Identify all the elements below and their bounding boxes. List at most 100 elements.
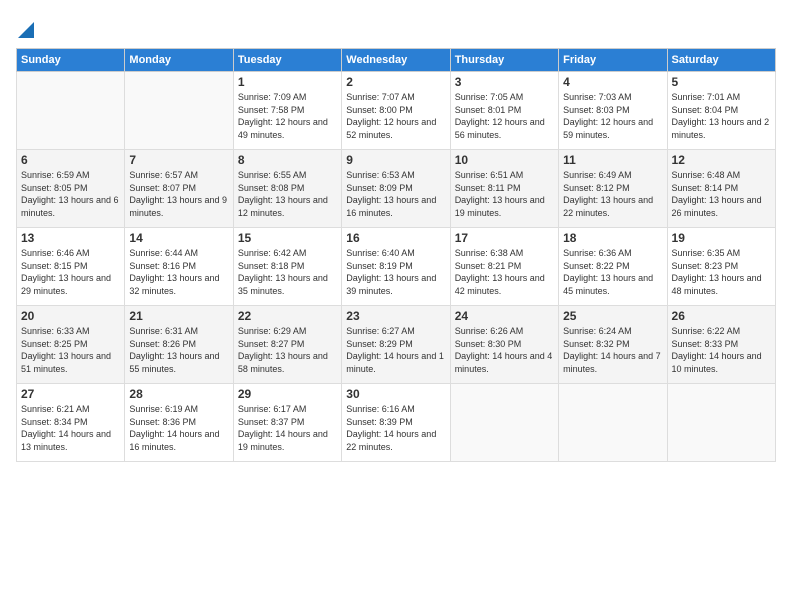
day-info: Sunrise: 7:03 AMSunset: 8:03 PMDaylight:… bbox=[563, 91, 662, 141]
day-info: Sunrise: 6:21 AMSunset: 8:34 PMDaylight:… bbox=[21, 403, 120, 453]
calendar-cell bbox=[125, 72, 233, 150]
day-number: 12 bbox=[672, 153, 771, 167]
day-number: 20 bbox=[21, 309, 120, 323]
calendar-cell: 9 Sunrise: 6:53 AMSunset: 8:09 PMDaylight… bbox=[342, 150, 450, 228]
day-info: Sunrise: 6:17 AMSunset: 8:37 PMDaylight:… bbox=[238, 403, 337, 453]
day-number: 25 bbox=[563, 309, 662, 323]
calendar-cell: 6 Sunrise: 6:59 AMSunset: 8:05 PMDaylight… bbox=[17, 150, 125, 228]
day-number: 30 bbox=[346, 387, 445, 401]
day-number: 21 bbox=[129, 309, 228, 323]
day-info: Sunrise: 7:01 AMSunset: 8:04 PMDaylight:… bbox=[672, 91, 771, 141]
calendar-cell: 30 Sunrise: 6:16 AMSunset: 8:39 PMDayligh… bbox=[342, 384, 450, 462]
calendar-cell: 7 Sunrise: 6:57 AMSunset: 8:07 PMDaylight… bbox=[125, 150, 233, 228]
day-number: 17 bbox=[455, 231, 554, 245]
day-number: 22 bbox=[238, 309, 337, 323]
calendar-header-row: Sunday Monday Tuesday Wednesday Thursday… bbox=[17, 49, 776, 72]
day-info: Sunrise: 6:38 AMSunset: 8:21 PMDaylight:… bbox=[455, 247, 554, 297]
header-saturday: Saturday bbox=[667, 49, 775, 72]
calendar-cell: 21 Sunrise: 6:31 AMSunset: 8:26 PMDayligh… bbox=[125, 306, 233, 384]
day-number: 28 bbox=[129, 387, 228, 401]
day-number: 4 bbox=[563, 75, 662, 89]
calendar-cell: 28 Sunrise: 6:19 AMSunset: 8:36 PMDayligh… bbox=[125, 384, 233, 462]
calendar-cell: 23 Sunrise: 6:27 AMSunset: 8:29 PMDayligh… bbox=[342, 306, 450, 384]
calendar-cell: 25 Sunrise: 6:24 AMSunset: 8:32 PMDayligh… bbox=[559, 306, 667, 384]
day-info: Sunrise: 6:24 AMSunset: 8:32 PMDaylight:… bbox=[563, 325, 662, 375]
header-friday: Friday bbox=[559, 49, 667, 72]
day-number: 15 bbox=[238, 231, 337, 245]
day-info: Sunrise: 6:26 AMSunset: 8:30 PMDaylight:… bbox=[455, 325, 554, 375]
calendar-cell: 12Sunrise: 6:48 AMSunset: 8:14 PMDayligh… bbox=[667, 150, 775, 228]
calendar-cell bbox=[450, 384, 558, 462]
calendar-cell: 18Sunrise: 6:36 AMSunset: 8:22 PMDayligh… bbox=[559, 228, 667, 306]
calendar-cell: 15 Sunrise: 6:42 AMSunset: 8:18 PMDayligh… bbox=[233, 228, 341, 306]
day-info: Sunrise: 6:33 AMSunset: 8:25 PMDaylight:… bbox=[21, 325, 120, 375]
day-info: Sunrise: 7:07 AMSunset: 8:00 PMDaylight:… bbox=[346, 91, 445, 141]
day-info: Sunrise: 6:51 AMSunset: 8:11 PMDaylight:… bbox=[455, 169, 554, 219]
calendar-cell: 26 Sunrise: 6:22 AMSunset: 8:33 PMDayligh… bbox=[667, 306, 775, 384]
day-number: 9 bbox=[346, 153, 445, 167]
day-info: Sunrise: 6:49 AMSunset: 8:12 PMDaylight:… bbox=[563, 169, 662, 219]
calendar-week-row: 27 Sunrise: 6:21 AMSunset: 8:34 PMDayligh… bbox=[17, 384, 776, 462]
header-wednesday: Wednesday bbox=[342, 49, 450, 72]
day-number: 7 bbox=[129, 153, 228, 167]
day-number: 3 bbox=[455, 75, 554, 89]
day-info: Sunrise: 6:29 AMSunset: 8:27 PMDaylight:… bbox=[238, 325, 337, 375]
day-info: Sunrise: 6:19 AMSunset: 8:36 PMDaylight:… bbox=[129, 403, 228, 453]
header-sunday: Sunday bbox=[17, 49, 125, 72]
header-monday: Monday bbox=[125, 49, 233, 72]
day-number: 19 bbox=[672, 231, 771, 245]
day-number: 5 bbox=[672, 75, 771, 89]
day-number: 23 bbox=[346, 309, 445, 323]
day-info: Sunrise: 6:16 AMSunset: 8:39 PMDaylight:… bbox=[346, 403, 445, 453]
day-info: Sunrise: 6:36 AMSunset: 8:22 PMDaylight:… bbox=[563, 247, 662, 297]
calendar-cell: 2Sunrise: 7:07 AMSunset: 8:00 PMDaylight… bbox=[342, 72, 450, 150]
day-number: 13 bbox=[21, 231, 120, 245]
calendar-cell: 29 Sunrise: 6:17 AMSunset: 8:37 PMDayligh… bbox=[233, 384, 341, 462]
day-info: Sunrise: 6:31 AMSunset: 8:26 PMDaylight:… bbox=[129, 325, 228, 375]
day-info: Sunrise: 6:44 AMSunset: 8:16 PMDaylight:… bbox=[129, 247, 228, 297]
day-info: Sunrise: 6:53 AMSunset: 8:09 PMDaylight:… bbox=[346, 169, 445, 219]
day-number: 26 bbox=[672, 309, 771, 323]
calendar-cell: 24 Sunrise: 6:26 AMSunset: 8:30 PMDayligh… bbox=[450, 306, 558, 384]
calendar-week-row: 6 Sunrise: 6:59 AMSunset: 8:05 PMDaylight… bbox=[17, 150, 776, 228]
day-number: 16 bbox=[346, 231, 445, 245]
day-number: 14 bbox=[129, 231, 228, 245]
day-info: Sunrise: 6:55 AMSunset: 8:08 PMDaylight:… bbox=[238, 169, 337, 219]
calendar-cell: 27 Sunrise: 6:21 AMSunset: 8:34 PMDayligh… bbox=[17, 384, 125, 462]
page: Sunday Monday Tuesday Wednesday Thursday… bbox=[0, 0, 792, 612]
day-number: 11 bbox=[563, 153, 662, 167]
calendar-cell: 17 Sunrise: 6:38 AMSunset: 8:21 PMDayligh… bbox=[450, 228, 558, 306]
day-number: 6 bbox=[21, 153, 120, 167]
day-number: 8 bbox=[238, 153, 337, 167]
day-info: Sunrise: 7:05 AMSunset: 8:01 PMDaylight:… bbox=[455, 91, 554, 141]
day-info: Sunrise: 6:27 AMSunset: 8:29 PMDaylight:… bbox=[346, 325, 445, 375]
header-thursday: Thursday bbox=[450, 49, 558, 72]
calendar-cell: 14 Sunrise: 6:44 AMSunset: 8:16 PMDayligh… bbox=[125, 228, 233, 306]
calendar-cell bbox=[559, 384, 667, 462]
day-info: Sunrise: 6:59 AMSunset: 8:05 PMDaylight:… bbox=[21, 169, 120, 219]
header-tuesday: Tuesday bbox=[233, 49, 341, 72]
day-number: 1 bbox=[238, 75, 337, 89]
day-number: 27 bbox=[21, 387, 120, 401]
day-info: Sunrise: 6:57 AMSunset: 8:07 PMDaylight:… bbox=[129, 169, 228, 219]
calendar-cell: 22 Sunrise: 6:29 AMSunset: 8:27 PMDayligh… bbox=[233, 306, 341, 384]
day-number: 29 bbox=[238, 387, 337, 401]
calendar-cell: 13Sunrise: 6:46 AMSunset: 8:15 PMDayligh… bbox=[17, 228, 125, 306]
day-number: 24 bbox=[455, 309, 554, 323]
calendar-cell: 8 Sunrise: 6:55 AMSunset: 8:08 PMDaylight… bbox=[233, 150, 341, 228]
calendar-cell: 1Sunrise: 7:09 AMSunset: 7:58 PMDaylight… bbox=[233, 72, 341, 150]
day-info: Sunrise: 6:42 AMSunset: 8:18 PMDaylight:… bbox=[238, 247, 337, 297]
header bbox=[16, 16, 776, 38]
calendar-cell: 10 Sunrise: 6:51 AMSunset: 8:11 PMDayligh… bbox=[450, 150, 558, 228]
calendar-table: Sunday Monday Tuesday Wednesday Thursday… bbox=[16, 48, 776, 462]
day-number: 10 bbox=[455, 153, 554, 167]
day-info: Sunrise: 6:35 AMSunset: 8:23 PMDaylight:… bbox=[672, 247, 771, 297]
calendar-cell: 5 Sunrise: 7:01 AMSunset: 8:04 PMDaylight… bbox=[667, 72, 775, 150]
calendar-week-row: 13Sunrise: 6:46 AMSunset: 8:15 PMDayligh… bbox=[17, 228, 776, 306]
calendar-week-row: 20 Sunrise: 6:33 AMSunset: 8:25 PMDayligh… bbox=[17, 306, 776, 384]
logo-icon bbox=[18, 18, 34, 38]
calendar-cell: 4 Sunrise: 7:03 AMSunset: 8:03 PMDaylight… bbox=[559, 72, 667, 150]
day-info: Sunrise: 6:22 AMSunset: 8:33 PMDaylight:… bbox=[672, 325, 771, 375]
calendar-cell: 11 Sunrise: 6:49 AMSunset: 8:12 PMDayligh… bbox=[559, 150, 667, 228]
calendar-cell: 3 Sunrise: 7:05 AMSunset: 8:01 PMDaylight… bbox=[450, 72, 558, 150]
